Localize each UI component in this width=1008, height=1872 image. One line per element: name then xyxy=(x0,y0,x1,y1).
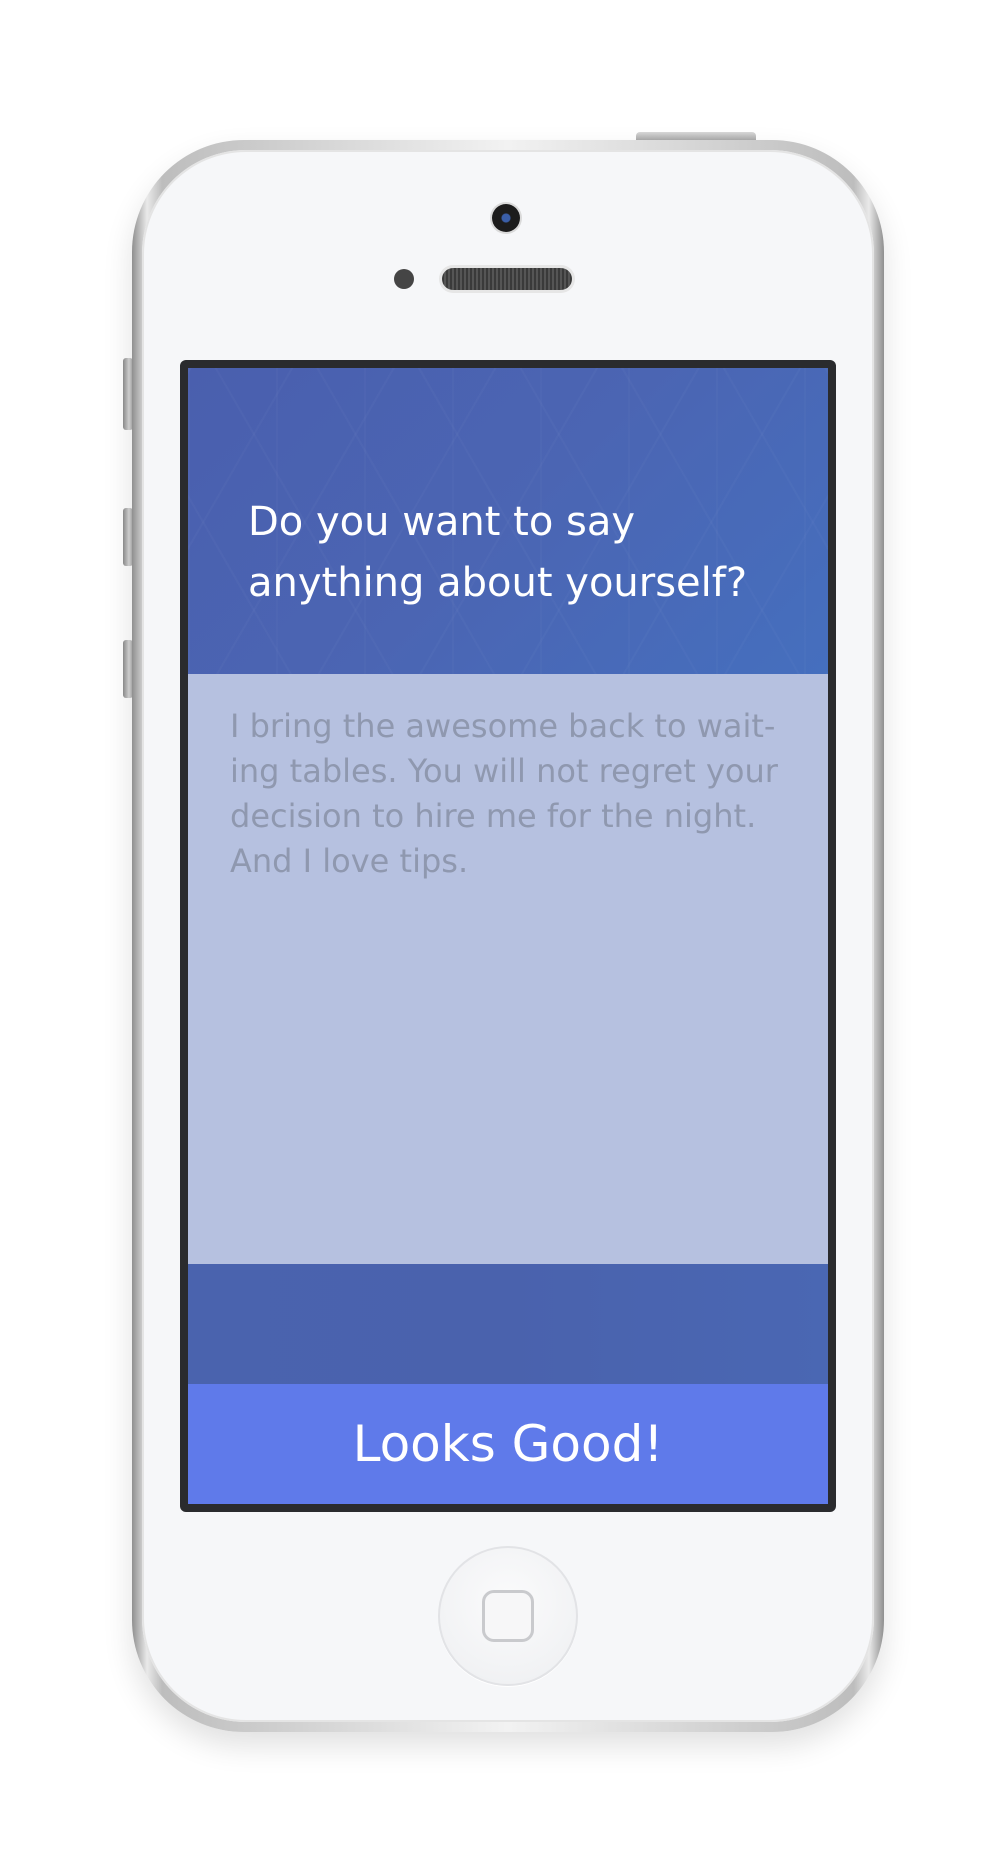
app-screen: Do you want to say anything about yourse… xyxy=(188,368,828,1504)
front-camera-icon xyxy=(492,204,520,232)
question-header: Do you want to say anything about yourse… xyxy=(188,368,828,674)
device-frame: Do you want to say anything about yourse… xyxy=(0,0,1008,1872)
home-button[interactable] xyxy=(438,1546,578,1686)
spacer-band xyxy=(188,1264,828,1384)
about-yourself-textarea[interactable]: I bring the awesome back to wait-ing tab… xyxy=(230,704,790,1224)
proximity-sensor xyxy=(394,269,414,289)
earpiece-speaker xyxy=(442,268,572,290)
looks-good-button[interactable]: Looks Good! xyxy=(188,1384,828,1504)
about-input-area[interactable]: I bring the awesome back to wait-ing tab… xyxy=(188,674,828,1264)
question-title: Do you want to say anything about yourse… xyxy=(248,499,748,606)
home-square-icon xyxy=(482,1590,534,1642)
